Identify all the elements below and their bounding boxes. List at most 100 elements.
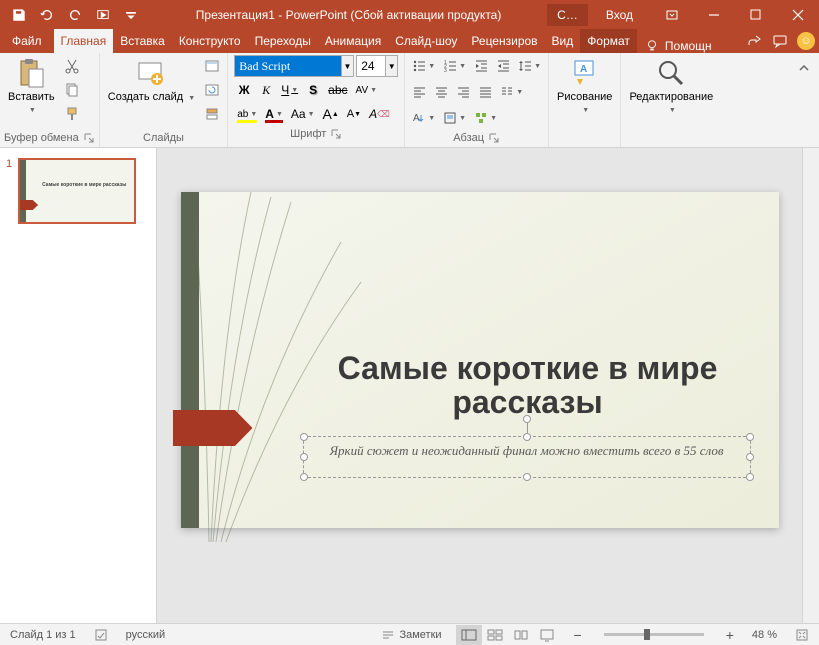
zoom-out-button[interactable]: − [570, 627, 586, 643]
account-tab[interactable]: С… [547, 4, 588, 26]
fit-to-window-button[interactable] [791, 628, 813, 642]
font-size-combo[interactable]: ▼ [356, 55, 398, 77]
start-from-beginning-button[interactable] [90, 3, 116, 27]
change-case-button[interactable]: Aa▼ [288, 103, 318, 125]
clipboard-launcher-icon[interactable] [83, 132, 95, 144]
font-color-button[interactable]: A▼ [262, 103, 286, 125]
reset-button[interactable] [201, 79, 223, 101]
tab-animation[interactable]: Анимация [318, 29, 388, 53]
layout-button[interactable] [201, 55, 223, 77]
font-size-input[interactable] [357, 59, 385, 73]
bold-button[interactable]: Ж [234, 79, 254, 101]
align-center-button[interactable] [431, 81, 451, 103]
vertical-scrollbar[interactable] [802, 148, 819, 623]
strike-button[interactable]: abc [325, 79, 350, 101]
slide-area[interactable]: Самые короткие в мире рассказы Яркий сюж… [157, 148, 802, 623]
thumbnail-item[interactable]: 1 Самые короткие в мире рассказы [6, 158, 150, 224]
slide-canvas[interactable]: Самые короткие в мире рассказы Яркий сюж… [181, 192, 779, 528]
qat-customize-button[interactable] [118, 3, 144, 27]
align-text-button[interactable]: ▼ [440, 107, 469, 129]
redo-button[interactable] [62, 3, 88, 27]
shrink-font-button[interactable]: A▼ [344, 103, 364, 125]
language-button[interactable]: русский [122, 629, 169, 641]
maximize-button[interactable] [735, 0, 777, 29]
text-direction-button[interactable]: A▼ [409, 107, 438, 129]
tell-me-area[interactable]: Помощн [637, 39, 741, 53]
thumbnail-panel[interactable]: 1 Самые короткие в мире рассказы [0, 148, 157, 623]
paste-button[interactable]: Вставить▼ [4, 55, 59, 117]
increase-indent-button[interactable] [493, 55, 513, 77]
tab-design[interactable]: Конструкто [172, 29, 248, 53]
font-name-combo[interactable]: ▼ [234, 55, 354, 77]
zoom-slider[interactable] [604, 633, 704, 636]
resize-handle[interactable] [746, 473, 754, 481]
reading-view-button[interactable] [508, 625, 534, 645]
columns-button[interactable]: ▼ [497, 81, 526, 103]
copy-button[interactable] [61, 79, 83, 101]
underline-button[interactable]: Ч▼ [278, 79, 301, 101]
italic-button[interactable]: К [256, 79, 276, 101]
feedback-button[interactable]: ☺ [793, 29, 819, 53]
comments-button[interactable] [767, 29, 793, 53]
justify-button[interactable] [475, 81, 495, 103]
subtitle-text[interactable]: Яркий сюжет и неожиданный финал можно вм… [304, 437, 750, 465]
tab-format[interactable]: Формат [580, 29, 637, 53]
ribbon-display-button[interactable] [651, 0, 693, 29]
bullets-button[interactable]: ▼ [409, 55, 438, 77]
resize-handle[interactable] [523, 473, 531, 481]
line-spacing-button[interactable]: ▼ [515, 55, 544, 77]
resize-handle[interactable] [746, 453, 754, 461]
tab-slideshow[interactable]: Слайд-шоу [388, 29, 464, 53]
resize-handle[interactable] [523, 433, 531, 441]
paragraph-launcher-icon[interactable] [488, 132, 500, 144]
shadow-button[interactable]: S [303, 79, 323, 101]
tab-transitions[interactable]: Переходы [248, 29, 318, 53]
thumbnail-preview[interactable]: Самые короткие в мире рассказы [18, 158, 136, 224]
minimize-button[interactable] [693, 0, 735, 29]
tab-file[interactable]: Файл [0, 29, 54, 53]
tab-insert[interactable]: Вставка [113, 29, 172, 53]
signin-button[interactable]: Вход [596, 4, 643, 26]
editing-button[interactable]: Редактирование▼ [625, 55, 717, 117]
clear-formatting-button[interactable]: A⌫ [366, 103, 393, 125]
save-button[interactable] [6, 3, 32, 27]
tab-view[interactable]: Вид [545, 29, 581, 53]
share-button[interactable] [741, 29, 767, 53]
sorter-view-button[interactable] [482, 625, 508, 645]
grow-font-button[interactable]: A▲ [320, 103, 342, 125]
numbering-button[interactable]: 123▼ [440, 55, 469, 77]
highlight-button[interactable]: ab▼ [234, 103, 260, 125]
section-button[interactable] [201, 103, 223, 125]
resize-handle[interactable] [746, 433, 754, 441]
align-left-button[interactable] [409, 81, 429, 103]
cut-button[interactable] [61, 55, 83, 77]
subtitle-textbox[interactable]: Яркий сюжет и неожиданный финал можно вм… [303, 436, 751, 478]
chevron-down-icon[interactable]: ▼ [385, 56, 397, 76]
slide-counter[interactable]: Слайд 1 из 1 [6, 629, 80, 641]
rotate-handle[interactable] [523, 415, 531, 423]
tab-review[interactable]: Рецензиров [464, 29, 544, 53]
drawing-button[interactable]: A Рисование▼ [553, 55, 616, 117]
align-right-button[interactable] [453, 81, 473, 103]
collapse-ribbon-button[interactable] [793, 57, 815, 79]
smartart-button[interactable]: ▼ [471, 107, 500, 129]
notes-button[interactable]: Заметки [377, 628, 445, 642]
resize-handle[interactable] [300, 433, 308, 441]
chevron-down-icon[interactable]: ▼ [341, 56, 354, 76]
spellcheck-button[interactable] [90, 628, 112, 642]
slideshow-view-button[interactable] [534, 625, 560, 645]
zoom-in-button[interactable]: + [722, 627, 738, 643]
close-button[interactable] [777, 0, 819, 29]
slide-title[interactable]: Самые короткие в мире рассказы [307, 352, 749, 419]
resize-handle[interactable] [300, 453, 308, 461]
resize-handle[interactable] [300, 473, 308, 481]
font-launcher-icon[interactable] [330, 128, 342, 140]
format-painter-button[interactable] [61, 103, 83, 125]
zoom-thumb[interactable] [644, 629, 650, 640]
decrease-indent-button[interactable] [471, 55, 491, 77]
undo-button[interactable] [34, 3, 60, 27]
font-name-input[interactable] [235, 59, 340, 74]
normal-view-button[interactable] [456, 625, 482, 645]
new-slide-button[interactable]: Создать слайд ▼ [104, 55, 199, 105]
char-spacing-button[interactable]: AV▼ [353, 79, 381, 101]
